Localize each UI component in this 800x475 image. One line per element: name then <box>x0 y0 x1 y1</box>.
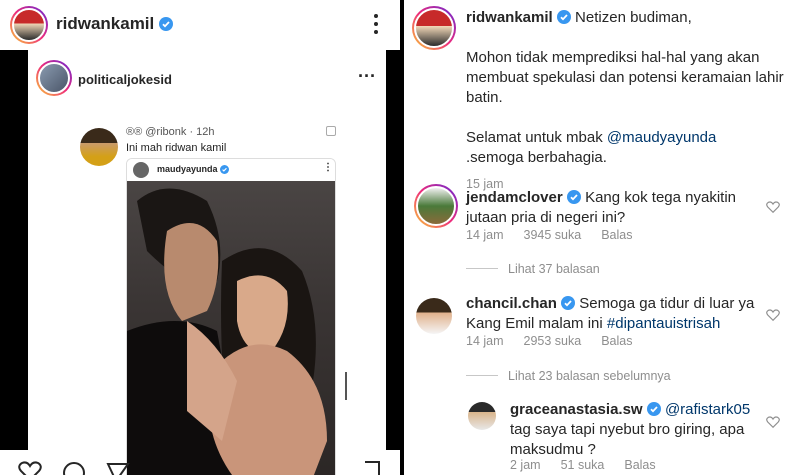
caption-line-3-post: .semoga berbahagia. <box>466 149 607 166</box>
comment-icon[interactable] <box>62 461 86 475</box>
comment-text: tag saya tapi nyebut bro giring, apa mak… <box>510 421 745 458</box>
bookmark-icon[interactable] <box>362 461 382 475</box>
comment-meta: 14 jam 3945 suka Balas <box>466 228 653 242</box>
comment-time: 2 jam <box>510 458 541 472</box>
comment-avatar[interactable] <box>414 184 458 228</box>
comment-meta: 14 jam 2953 suka Balas <box>466 334 653 348</box>
reply-button[interactable]: Balas <box>624 458 655 472</box>
caption-line-3: Selamat untuk mbak <box>466 129 607 146</box>
verified-icon <box>159 17 173 31</box>
comment: chancil.chan Semoga ga tidur di luar ya … <box>466 294 766 334</box>
comment-avatar[interactable] <box>416 298 452 334</box>
repost-card: politicaljokesid ··· ®® @ribonk · 12h In… <box>28 50 386 475</box>
embedded-post: maudyayunda ⋮ <box>126 158 336 475</box>
comment-time: 14 jam <box>466 334 504 348</box>
heart-icon[interactable] <box>18 461 42 475</box>
comment-username[interactable]: jendamclover <box>466 189 563 206</box>
verified-icon <box>561 296 576 310</box>
verified-icon <box>646 402 661 416</box>
view-replies-button[interactable]: Lihat 23 balasan sebelumnya <box>466 369 671 383</box>
card-more-icon: ··· <box>358 66 376 86</box>
comment: jendamclover Kang kok tega nyakitin juta… <box>466 188 766 228</box>
caption-line-1: Netizen budiman, <box>575 9 692 26</box>
inner-avatar <box>133 162 149 178</box>
scrollbar[interactable] <box>345 372 347 400</box>
post-username[interactable]: ridwankamil <box>56 14 173 34</box>
mention-link[interactable]: @maudyayunda <box>607 129 716 146</box>
view-replies-button[interactable]: Lihat 37 balasan <box>466 262 600 276</box>
comment-likes[interactable]: 51 suka <box>561 458 605 472</box>
caption-avatar[interactable] <box>412 6 456 50</box>
comment-meta: 2 jam 51 suka Balas <box>510 458 676 472</box>
comment-likes[interactable]: 3945 suka <box>524 228 582 242</box>
verified-icon <box>566 190 581 204</box>
like-heart-icon[interactable] <box>766 415 780 429</box>
post-panel: ridwankamil politicaljokesid ··· ®® @rib… <box>0 0 400 475</box>
reply-button[interactable]: Balas <box>601 228 632 242</box>
comment-username[interactable]: chancil.chan <box>466 295 557 312</box>
comment-time: 14 jam <box>466 228 504 242</box>
mention-link[interactable]: @rafistark05 <box>665 401 750 418</box>
verified-icon <box>556 10 571 24</box>
caption: ridwankamil Netizen budiman, Mohon tidak… <box>466 8 786 194</box>
couple-photo <box>127 181 335 475</box>
caption-username[interactable]: ridwankamil <box>466 9 553 26</box>
like-heart-icon[interactable] <box>766 200 780 214</box>
inner-username: maudyayunda <box>157 164 230 174</box>
profile-avatar[interactable] <box>10 6 48 44</box>
hashtag-link[interactable]: #dipantauistrisah <box>607 315 720 332</box>
like-heart-icon[interactable] <box>766 308 780 322</box>
reply-avatar[interactable] <box>468 402 496 430</box>
card-avatar <box>36 60 72 96</box>
tweet-text: Ini mah ridwan kamil <box>126 142 227 154</box>
tweet-avatar <box>80 128 118 166</box>
share-icon[interactable] <box>106 461 130 475</box>
reply-button[interactable]: Balas <box>601 334 632 348</box>
comments-panel: ridwankamil Netizen budiman, Mohon tidak… <box>404 0 800 475</box>
tweet-handle: ®® @ribonk · 12h <box>126 126 215 138</box>
comment-username[interactable]: graceanastasia.sw <box>510 401 643 418</box>
share-icon <box>326 126 336 136</box>
action-bar <box>0 455 400 475</box>
reply-comment: graceanastasia.sw @rafistark05 tag saya … <box>510 400 766 460</box>
more-options-icon[interactable] <box>374 14 380 36</box>
inner-more-icon: ⋮ <box>323 162 333 173</box>
carousel-dots <box>186 471 210 475</box>
post-image[interactable]: politicaljokesid ··· ®® @ribonk · 12h In… <box>0 50 400 475</box>
verified-icon <box>220 165 230 174</box>
card-username: politicaljokesid <box>78 72 172 87</box>
caption-line-2: Mohon tidak memprediksi hal-hal yang aka… <box>466 49 784 106</box>
comment-likes[interactable]: 2953 suka <box>524 334 582 348</box>
instagram-screenshot: ridwankamil politicaljokesid ··· ®® @rib… <box>0 0 800 475</box>
